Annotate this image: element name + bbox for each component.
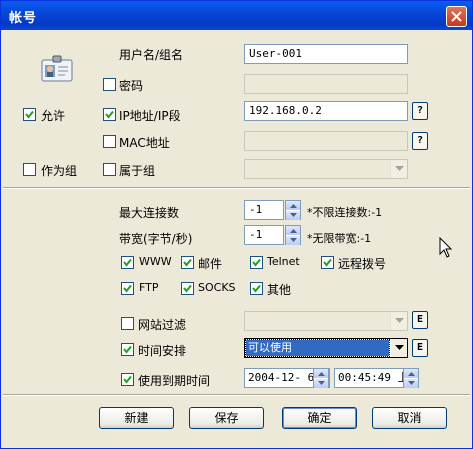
- www-label: WWW: [139, 255, 172, 268]
- mac-input[interactable]: [244, 131, 408, 151]
- socks-checkbox[interactable]: [181, 282, 194, 295]
- mail-checkbox[interactable]: [181, 256, 194, 269]
- check-icon: [323, 258, 332, 267]
- belongs-group-label: 属于组: [119, 164, 156, 178]
- password-input[interactable]: [244, 74, 408, 94]
- remote-dial-checkbox[interactable]: [321, 256, 334, 269]
- bandwidth-hint: *无限带宽:-1: [307, 232, 372, 245]
- separator: [3, 187, 470, 189]
- username-label: 用户名/组名: [119, 48, 184, 62]
- check-icon: [183, 284, 192, 293]
- max-conn-label: 最大连接数: [119, 206, 180, 220]
- title-bar[interactable]: 帐号: [1, 1, 472, 30]
- check-icon: [123, 284, 132, 293]
- mac-checkbox[interactable]: [103, 135, 116, 148]
- close-button[interactable]: [446, 6, 467, 27]
- check-icon: [105, 110, 114, 119]
- bandwidth-spinner[interactable]: [285, 225, 301, 245]
- ip-input[interactable]: 192.168.0.2: [244, 101, 408, 121]
- separator: [3, 394, 470, 396]
- time-schedule-checkbox[interactable]: [121, 343, 134, 356]
- allow-label: 允许: [41, 109, 66, 123]
- check-icon: [123, 375, 132, 384]
- www-checkbox[interactable]: [121, 256, 134, 269]
- spin-up-icon[interactable]: [404, 369, 418, 378]
- max-conn-input[interactable]: -1: [244, 200, 284, 220]
- ip-checkbox[interactable]: [103, 108, 116, 121]
- check-icon: [252, 284, 261, 293]
- new-button[interactable]: 新建: [99, 407, 174, 429]
- schedule-edit-button[interactable]: E: [412, 339, 428, 357]
- window-title: 帐号: [9, 11, 38, 26]
- spin-down-icon[interactable]: [404, 378, 418, 388]
- spin-down-icon[interactable]: [286, 235, 300, 245]
- expiry-time-spinner[interactable]: [403, 368, 419, 388]
- spin-up-icon[interactable]: [286, 201, 300, 210]
- username-input[interactable]: User-001: [244, 44, 408, 64]
- password-label: 密码: [119, 79, 144, 93]
- time-schedule-label: 时间安排: [138, 344, 187, 358]
- site-filter-label: 网站过滤: [138, 318, 187, 332]
- socks-label: SOCKS: [198, 281, 236, 294]
- ftp-label: FTP: [139, 281, 159, 294]
- save-button[interactable]: 保存: [189, 407, 264, 429]
- site-filter-checkbox[interactable]: [121, 317, 134, 330]
- mac-label: MAC地址: [119, 136, 170, 150]
- telnet-label: Telnet: [267, 255, 300, 268]
- ip-label: IP地址/IP段: [119, 109, 181, 123]
- close-icon: [451, 11, 462, 22]
- schedule-value: 可以使用: [245, 339, 390, 357]
- mac-help-button[interactable]: ?: [412, 132, 428, 150]
- spin-down-icon[interactable]: [314, 378, 328, 388]
- ok-button[interactable]: 确定: [282, 407, 357, 429]
- expiry-label: 使用到期时间: [138, 374, 211, 388]
- bandwidth-input[interactable]: -1: [244, 225, 284, 245]
- check-icon: [123, 345, 132, 354]
- bandwidth-label: 带宽(字节/秒): [119, 232, 193, 246]
- ip-help-button[interactable]: ?: [412, 102, 428, 120]
- expiry-date-value: 2004-12- 6: [248, 371, 315, 384]
- max-conn-spinner[interactable]: [285, 200, 301, 220]
- spin-up-icon[interactable]: [314, 369, 328, 378]
- schedule-select[interactable]: 可以使用: [244, 338, 408, 358]
- expiry-time-value: 00:45:49 上: [338, 371, 409, 384]
- ftp-checkbox[interactable]: [121, 282, 134, 295]
- remote-dial-label: 远程拨号: [338, 257, 387, 271]
- account-dialog: 帐号 用户名/组名 User-001 密码 允许 IP地址/IP段 192.16…: [0, 0, 473, 449]
- check-icon: [252, 258, 261, 267]
- expiry-checkbox[interactable]: [121, 373, 134, 386]
- cancel-button[interactable]: 取消: [372, 407, 447, 429]
- password-checkbox[interactable]: [103, 78, 116, 91]
- dropdown-arrow-icon[interactable]: [390, 160, 407, 178]
- other-label: 其他: [267, 283, 292, 297]
- telnet-checkbox[interactable]: [250, 256, 263, 269]
- allow-checkbox[interactable]: [23, 108, 36, 121]
- expiry-date-spinner[interactable]: [313, 368, 329, 388]
- max-conn-hint: *不限连接数:-1: [307, 206, 383, 219]
- spin-down-icon[interactable]: [286, 210, 300, 220]
- other-checkbox[interactable]: [250, 282, 263, 295]
- mail-label: 邮件: [198, 257, 223, 271]
- dropdown-arrow-icon[interactable]: [390, 312, 407, 330]
- site-filter-select[interactable]: [244, 311, 408, 331]
- user-card-icon: [41, 55, 73, 82]
- check-icon: [183, 258, 192, 267]
- check-icon: [123, 258, 132, 267]
- site-filter-edit-button[interactable]: E: [412, 311, 428, 329]
- mouse-cursor-icon: [439, 236, 453, 262]
- dropdown-arrow-icon[interactable]: [390, 339, 407, 357]
- group-select[interactable]: [244, 159, 408, 179]
- belongs-group-checkbox[interactable]: [103, 163, 116, 176]
- as-group-checkbox[interactable]: [23, 163, 36, 176]
- spin-up-icon[interactable]: [286, 226, 300, 235]
- as-group-label: 作为组: [41, 164, 78, 178]
- check-icon: [25, 110, 34, 119]
